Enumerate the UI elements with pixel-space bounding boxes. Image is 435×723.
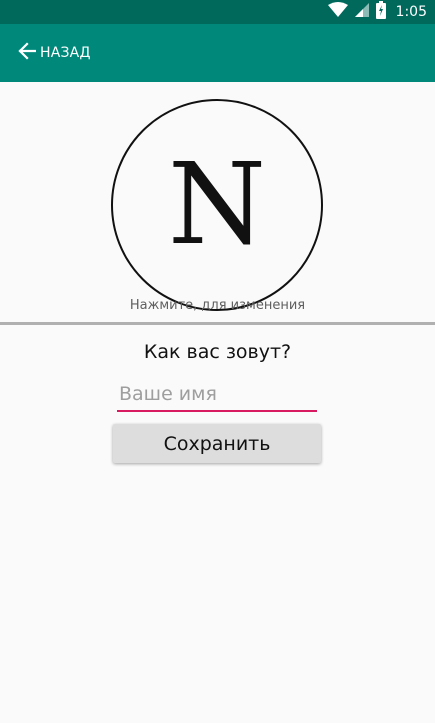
arrow-left-icon: [18, 42, 37, 64]
avatar-button[interactable]: N: [111, 99, 323, 311]
status-bar: 1:05: [0, 0, 435, 24]
avatar: N: [111, 99, 323, 311]
divider: [0, 322, 435, 325]
status-time: 1:05: [395, 4, 427, 20]
status-icons: 1:05: [327, 0, 427, 24]
wifi-icon: [327, 2, 348, 22]
battery-icon: [375, 1, 386, 23]
avatar-letter: N: [168, 140, 266, 270]
name-question: Как вас зовут?: [143, 341, 292, 363]
back-button[interactable]: НАЗАД: [18, 38, 91, 68]
app-bar: НАЗАД: [0, 24, 435, 82]
save-button[interactable]: Сохранить: [113, 424, 321, 463]
name-field: [117, 378, 317, 412]
back-label: НАЗАД: [40, 45, 91, 61]
cell-signal-icon: [354, 2, 370, 22]
avatar-hint: Нажмите, для изменения: [129, 298, 306, 313]
name-input[interactable]: [117, 378, 317, 410]
